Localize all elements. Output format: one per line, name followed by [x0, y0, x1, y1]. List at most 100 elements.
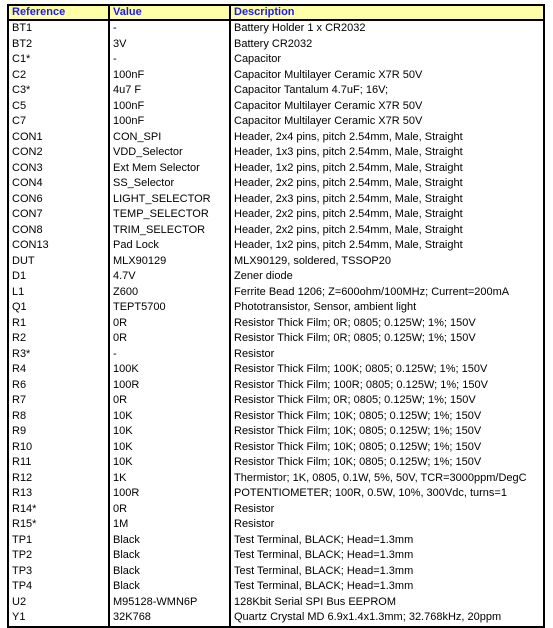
cell-reference: Y1 [12, 611, 26, 623]
cell-reference: CON2 [12, 146, 43, 158]
table-row: CON1 CON_SPI Header, 2x4 pins, pitch 2.54m… [8, 129, 544, 145]
table-row: R7 0R Resistor Thick Film; 0R; 0805; 0.125… [8, 393, 544, 409]
table-row: R1 0R Resistor Thick Film; 0R; 0805; 0.125… [8, 315, 544, 331]
cell-description: Capacitor Tantalum 4.7uF; 16V; [229, 83, 544, 99]
cell-value: Black [108, 579, 230, 595]
cell-value: M95128-WMN6P [108, 594, 230, 610]
cell-description: Capacitor Multilayer Ceramic X7R 50V [229, 98, 544, 114]
cell-value: 100nF [108, 67, 230, 83]
cell-description: Quartz Crystal MD 6.9x1.4x1.3mm; 32.768k… [229, 610, 544, 627]
cell-description: Zener diode [229, 269, 544, 285]
cell-reference: R9 [12, 425, 27, 437]
cell-reference: R10 [12, 440, 33, 453]
cell-description: Header, 1x2 pins, pitch 2.54mm, Male, St… [229, 238, 544, 254]
cell-description: Header, 2x2 pins, pitch 2.54mm, Male, St… [229, 222, 544, 238]
cell-description: Resistor Thick Film; 100K; 0805; 0.125W;… [229, 362, 544, 378]
cell-reference: U2 [12, 595, 27, 608]
cell-value: 1M [108, 517, 230, 533]
table-row: C7 100nF Capacitor Multilayer Ceramic X7R … [8, 114, 544, 130]
cell-description: Resistor Thick Film; 10K; 0805; 0.125W; … [229, 439, 544, 455]
column-header-reference: Reference [8, 5, 109, 21]
cell-description: Battery Holder 1 x CR2032 [229, 20, 544, 37]
cell-reference: R1 [12, 316, 27, 329]
cell-description: Battery CR2032 [229, 36, 544, 52]
cell-description: Capacitor Multilayer Ceramic X7R 50V [229, 114, 544, 130]
cell-value: 4.7V [108, 269, 230, 285]
cell-description: Resistor Thick Film; 0R; 0805; 0.125W; 1… [229, 393, 544, 409]
cell-reference: R6 [12, 378, 27, 391]
cell-reference: R12 [12, 471, 33, 484]
table-row: CON8 TRIM_SELECTOR Header, 2x2 pins, pitch… [8, 222, 544, 238]
cell-value: LIGHT_SELECTOR [108, 191, 230, 207]
cell-description: Capacitor [229, 52, 544, 68]
cell-reference: C2 [12, 68, 27, 81]
cell-description: Ferrite Bead 1206; Z=600ohm/100MHz; Curr… [229, 284, 544, 300]
cell-value: 0R [108, 315, 230, 331]
cell-description: Resistor Thick Film; 0R; 0805; 0.125W; 1… [229, 315, 544, 331]
table-row: R15* 1M Resistor [8, 517, 544, 533]
cell-reference: CON8 [12, 223, 43, 236]
cell-reference: C3* [12, 84, 31, 96]
cell-reference: R8 [12, 409, 27, 422]
table-row: Q1 TEPT5700 Phototransistor, Sensor, ambie… [8, 300, 544, 316]
cell-reference: CON6 [12, 192, 43, 205]
cell-value: Black [108, 532, 230, 548]
cell-description: Header, 2x3 pins, pitch 2.54mm, Male, St… [229, 191, 544, 207]
cell-description: Resistor [229, 517, 544, 533]
cell-description: Test Terminal, BLACK; Head=1.3mm [229, 579, 544, 595]
table-row: R9 10K Resistor Thick Film; 10K; 0805; 0.1… [8, 424, 544, 440]
cell-description: Header, 2x2 pins, pitch 2.54mm, Male, St… [229, 207, 544, 223]
cell-value: - [108, 20, 230, 37]
cell-value: MLX90129 [108, 253, 230, 269]
column-header-value: Value [108, 5, 230, 21]
cell-value: 0R [108, 331, 230, 347]
table-row: R8 10K Resistor Thick Film; 10K; 0805; 0.1… [8, 408, 544, 424]
cell-reference: CON7 [12, 208, 43, 220]
table-row: R3* - Resistor [8, 346, 544, 362]
table-row: R4 100K Resistor Thick Film; 100K; 0805; 0… [8, 362, 544, 378]
cell-description: Resistor [229, 346, 544, 362]
cell-reference: TP3 [12, 564, 33, 577]
cell-value: 10K [108, 424, 230, 440]
cell-description: Test Terminal, BLACK; Head=1.3mm [229, 563, 544, 579]
cell-value: 10K [108, 408, 230, 424]
cell-description: Resistor Thick Film; 10K; 0805; 0.125W; … [229, 424, 544, 440]
table-row: CON7 TEMP_SELECTOR Header, 2x2 pins, pitch… [8, 207, 544, 223]
table-row: TP3 Black Test Terminal, BLACK; Head=1.3mm [8, 563, 544, 579]
table-row: R2 0R Resistor Thick Film; 0R; 0805; 0.125… [8, 331, 544, 347]
cell-value: Black [108, 563, 230, 579]
cell-value: 1K [108, 470, 230, 486]
cell-value: Black [108, 548, 230, 564]
table-row: C2 100nF Capacitor Multilayer Ceramic X7R … [8, 67, 544, 83]
cell-value: TEMP_SELECTOR [108, 207, 230, 223]
cell-reference: CON4 [12, 177, 43, 189]
cell-description: Header, 1x3 pins, pitch 2.54mm, Male, St… [229, 145, 544, 161]
table-row: C5 100nF Capacitor Multilayer Ceramic X7R … [8, 98, 544, 114]
cell-value: 100K [108, 362, 230, 378]
cell-reference: TP1 [12, 533, 33, 546]
column-header-description: Description [229, 5, 544, 21]
cell-value: 0R [108, 501, 230, 517]
table-row: R13 100R POTENTIOMETER; 100R, 0.5W, 10%, 3… [8, 486, 544, 502]
cell-description: Test Terminal, BLACK; Head=1.3mm [229, 532, 544, 548]
cell-value: 4u7 F [108, 83, 230, 99]
cell-reference: R13 [12, 487, 33, 499]
table-row: Y1 32K768 Quartz Crystal MD 6.9x1.4x1.3mm;… [8, 610, 544, 627]
cell-value: Z600 [108, 284, 230, 300]
cell-value: 10K [108, 439, 230, 455]
table-row: CON3 Ext Mem Selector Header, 1x2 pins, pi… [8, 160, 544, 176]
cell-reference: DUT [12, 254, 35, 267]
cell-reference: L1 [12, 285, 25, 298]
table-row: R11 10K Resistor Thick Film; 10K; 0805; 0.… [8, 455, 544, 471]
cell-reference: C5 [12, 99, 27, 112]
cell-description: Header, 1x2 pins, pitch 2.54mm, Male, St… [229, 160, 544, 176]
cell-description: Header, 2x2 pins, pitch 2.54mm, Male, St… [229, 176, 544, 192]
cell-reference: BT2 [12, 37, 33, 50]
cell-description: Resistor Thick Film; 10K; 0805; 0.125W; … [229, 408, 544, 424]
cell-value: TRIM_SELECTOR [108, 222, 230, 238]
table-row: R14* 0R Resistor [8, 501, 544, 517]
table-row: R6 100R Resistor Thick Film; 100R; 0805; 0… [8, 377, 544, 393]
cell-value: - [108, 52, 230, 68]
cell-value: 0R [108, 393, 230, 409]
cell-value: CON_SPI [108, 129, 230, 145]
